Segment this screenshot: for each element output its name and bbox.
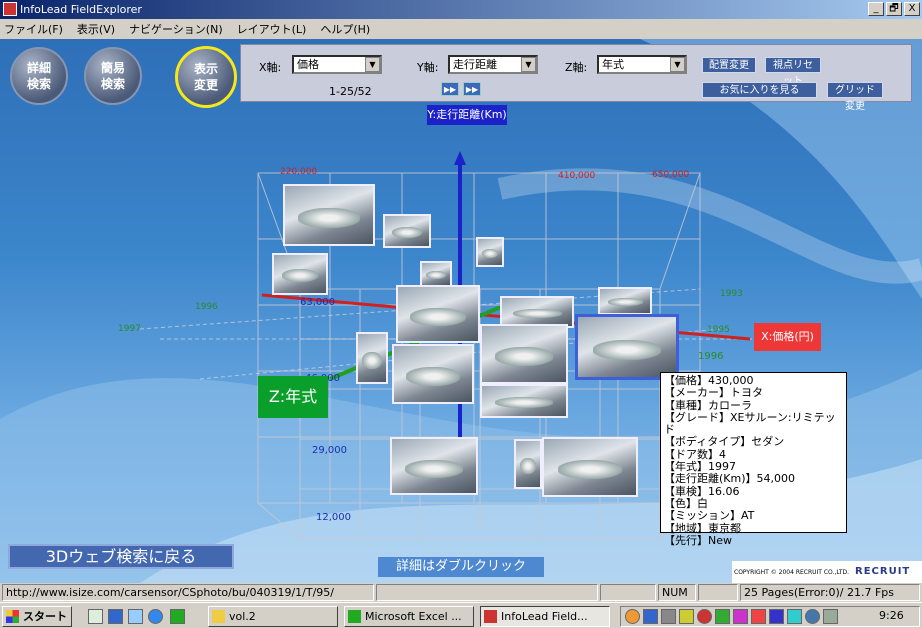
outlook-icon[interactable]	[128, 609, 143, 624]
info-line: 【グレード】XEサルーン:リミテッド	[664, 410, 836, 437]
car-thumbnail[interactable]	[480, 324, 568, 384]
tray-icon[interactable]	[823, 609, 838, 624]
car-thumbnail[interactable]	[283, 184, 375, 246]
car-thumbnail[interactable]	[383, 214, 431, 248]
tray-icon[interactable]	[769, 609, 784, 624]
taskbar-item-vol2[interactable]: vol.2	[208, 606, 338, 627]
y-tick-label: 63,000	[300, 297, 335, 308]
title-bar: InfoLead FieldExplorer _ 🗗 X	[0, 0, 922, 19]
excel-icon[interactable]	[170, 609, 185, 624]
info-line: 【地域】東京都	[664, 521, 741, 535]
taskbar-item-label: InfoLead Field...	[501, 610, 588, 623]
menu-layout[interactable]: レイアウト(L)	[237, 21, 307, 37]
info-line: 【走行距離(Km)】54,000	[664, 472, 796, 486]
status-bar: http://www.isize.com/carsensor/CSphoto/b…	[0, 583, 922, 602]
y-tick-label: 12,000	[316, 512, 351, 523]
x-tick-label: 220,000	[280, 167, 318, 177]
menu-view[interactable]: 表示(V)	[77, 21, 115, 37]
car-thumbnail[interactable]	[542, 437, 638, 497]
car-thumbnail[interactable]	[356, 332, 388, 384]
menu-bar: ファイル(F) 表示(V) ナビゲーション(N) レイアウト(L) ヘルプ(H)	[0, 19, 922, 39]
tray-icon[interactable]	[625, 609, 640, 624]
car-thumbnail[interactable]	[476, 237, 504, 267]
status-num: NUM	[658, 584, 696, 601]
status-pages: 25 Pages(Error:0)/ 21.7 Fps	[740, 584, 920, 601]
menu-file[interactable]: ファイル(F)	[4, 21, 63, 37]
taskbar-item-fieldexplorer[interactable]: InfoLead Field...	[480, 606, 610, 627]
taskbar-item-excel[interactable]: Microsoft Excel ...	[344, 606, 474, 627]
close-button[interactable]: X	[904, 2, 920, 16]
x-tick-label: 410,000	[558, 171, 596, 181]
z-tick-label: 1996	[195, 302, 218, 312]
z-tick-label: 1996	[698, 351, 724, 362]
z-axis-title: Z:年式	[258, 376, 328, 418]
status-panel-empty	[376, 584, 598, 601]
tray-icon[interactable]	[697, 609, 712, 624]
info-line: 【ミッション】AT	[664, 509, 755, 523]
double-click-hint: 詳細はダブルクリック	[378, 557, 544, 577]
menu-help[interactable]: ヘルプ(H)	[320, 21, 370, 37]
car-thumbnail[interactable]	[392, 344, 474, 404]
y-tick-label: 29,000	[312, 445, 347, 456]
taskbar: スタート vol.2 Microsoft Excel ... InfoLead …	[0, 602, 922, 628]
word-icon[interactable]	[108, 609, 123, 624]
car-thumbnail[interactable]	[420, 261, 452, 287]
window-title: InfoLead FieldExplorer	[20, 3, 142, 16]
clock: 9:26	[879, 609, 904, 622]
copyright: COPYRIGHT © 2004 RECRUIT CO.,LTD. RECRUI…	[732, 561, 922, 583]
z-tick-label: 1993	[720, 289, 743, 299]
menu-navigation[interactable]: ナビゲーション(N)	[129, 21, 223, 37]
car-thumbnail-selected[interactable]	[575, 314, 679, 380]
x-axis-title: X:価格(円)	[754, 323, 821, 351]
status-panel-empty	[600, 584, 656, 601]
windows-logo-icon	[6, 610, 19, 623]
tray-icon[interactable]	[661, 609, 676, 624]
tray-icon[interactable]	[751, 609, 766, 624]
status-panel-empty	[698, 584, 738, 601]
car-thumbnail[interactable]	[514, 439, 542, 489]
info-line: 【メーカー】トヨタ	[664, 386, 763, 400]
tray-icon[interactable]	[679, 609, 694, 624]
tray-icon[interactable]	[787, 609, 802, 624]
x-tick-label: 650,000	[652, 170, 690, 180]
car-info-tooltip: 【価格】430,000 【メーカー】トヨタ 【車種】カローラ 【グレード】XEサ…	[660, 372, 847, 547]
start-label: スタート	[23, 610, 67, 623]
ie-icon[interactable]	[148, 609, 163, 624]
z-tick-label: 1997	[118, 324, 141, 334]
folder-icon	[212, 610, 225, 623]
car-thumbnail[interactable]	[390, 437, 478, 495]
taskbar-item-label: vol.2	[229, 610, 256, 623]
tray-icon[interactable]	[643, 609, 658, 624]
field-viewport[interactable]: 詳細 検索 簡易 検索 表示 変更 X軸: 価格 ▼ Y軸: 走行距離 ▼ Z軸: …	[0, 39, 922, 583]
status-url: http://www.isize.com/carsensor/CSphoto/b…	[2, 584, 374, 601]
tray-icon[interactable]	[733, 609, 748, 624]
back-to-3d-search-button[interactable]: 3Dウェブ検索に戻る	[8, 544, 234, 569]
start-button[interactable]: スタート	[2, 606, 72, 627]
copyright-text: COPYRIGHT © 2004 RECRUIT CO.,LTD.	[734, 569, 850, 576]
z-tick-label: 1995	[707, 325, 730, 335]
car-thumbnail[interactable]	[480, 384, 568, 418]
info-line: 【先行】New	[664, 533, 732, 547]
car-thumbnail[interactable]	[598, 287, 652, 315]
tray-icon[interactable]	[715, 609, 730, 624]
minimize-button[interactable]: _	[868, 2, 884, 16]
system-tray: 9:26	[620, 606, 920, 627]
app-icon	[3, 2, 17, 16]
restore-button[interactable]: 🗗	[886, 2, 902, 16]
car-thumbnail[interactable]	[396, 285, 480, 343]
recruit-logo: RECRUIT	[855, 566, 911, 577]
app-icon	[484, 610, 497, 623]
car-thumbnail[interactable]	[272, 253, 328, 295]
taskbar-item-label: Microsoft Excel ...	[365, 610, 462, 623]
excel-icon	[348, 610, 361, 623]
info-line: 【ボディタイプ】セダン	[664, 435, 785, 449]
tray-icon[interactable]	[805, 609, 820, 624]
desktop-icon[interactable]	[88, 609, 103, 624]
